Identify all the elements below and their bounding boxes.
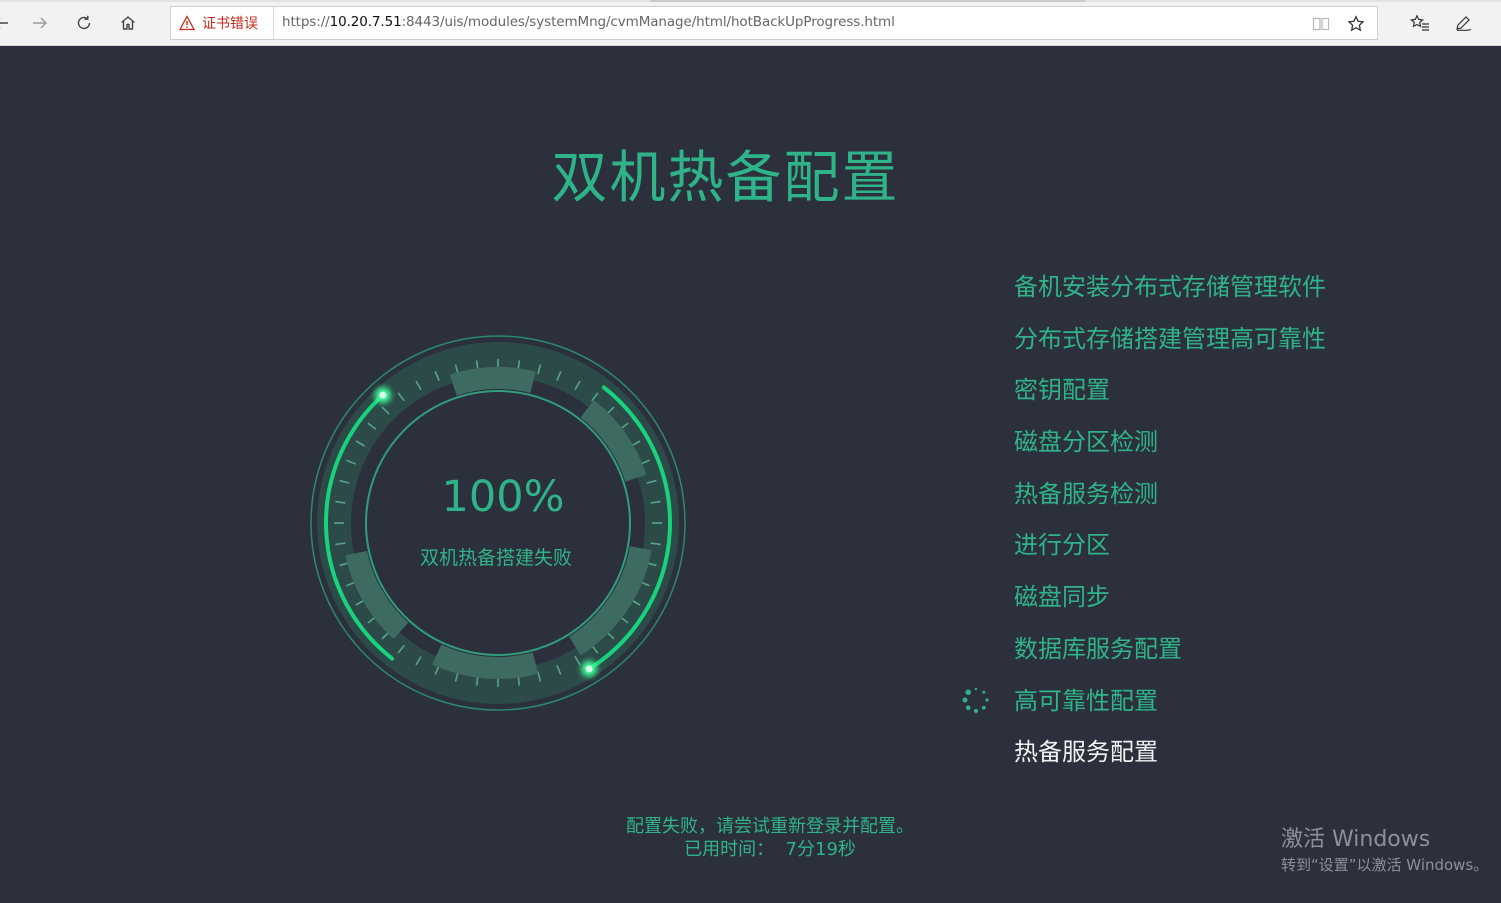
step-item: 热备服务配置 — [1014, 738, 1158, 767]
progress-percent: 100% — [441, 472, 565, 522]
elapsed-time: 已用时间： 7分19秒 — [520, 838, 1020, 861]
glow-point — [585, 665, 593, 673]
step-item: 进行分区 — [1014, 531, 1110, 560]
inner-segment — [449, 367, 536, 396]
watermark-title: 激活 Windows — [1281, 827, 1431, 852]
page-title: 双机热备配置 — [551, 146, 900, 211]
url-text[interactable]: https://10.20.7.51:8443/uis/modules/syst… — [282, 7, 895, 39]
web-note-button[interactable] — [1449, 8, 1479, 38]
favorites-list-icon — [1410, 14, 1429, 31]
pen-icon — [1456, 16, 1472, 32]
reading-view-icon — [1312, 17, 1330, 31]
step-list: 备机安装分布式存储管理软件 分布式存储搭建管理高可靠性 密钥配置磁盘分区检测 热备服务… — [1014, 266, 1326, 783]
url-host: 10.20.7.51 — [329, 14, 402, 30]
elapsed-time-label: 已用时间： — [684, 839, 775, 860]
spinner-dot — [962, 697, 968, 703]
warning-icon — [179, 15, 195, 31]
tab-strip-edge — [0, 0, 1501, 2]
home-icon — [121, 16, 135, 30]
url-path: :8443/uis/modules/systemMng/cvmManage/ht… — [401, 14, 895, 30]
step-item: 数据库服务配置 — [1014, 634, 1182, 663]
back-arrow-icon — [0, 18, 8, 28]
certificate-error-label: 证书错误 — [202, 16, 258, 32]
outer-ring-line — [310, 335, 686, 711]
inner-segments — [345, 367, 652, 679]
spinner-dot — [985, 698, 989, 702]
url-prefix: https:// — [282, 14, 330, 30]
spinner-dot — [973, 708, 979, 714]
step-item: 分布式存储搭建管理高可靠性 — [1014, 324, 1326, 353]
spinner-dot — [974, 687, 978, 691]
spinner-dot — [965, 705, 971, 711]
refresh-button[interactable] — [69, 8, 99, 38]
loading-spinner-icon — [962, 687, 989, 714]
step-item: 备机安装分布式存储管理软件 — [1014, 273, 1326, 301]
back-button[interactable] — [0, 8, 16, 38]
step-item: 磁盘同步 — [1014, 583, 1110, 612]
watermark-subtitle: 转到“设置”以激活 Windows。 — [1281, 856, 1489, 874]
reading-view-button[interactable] — [1311, 14, 1331, 34]
glow-point — [379, 391, 387, 399]
inner-ring-line — [365, 390, 631, 656]
failure-message: 配置失败，请尝试重新登录并配置。 — [626, 816, 914, 837]
step-item: 热备服务检测 — [1014, 479, 1158, 508]
windows-activation-watermark: 激活 Windows 转到“设置”以激活 Windows。 — [1281, 826, 1488, 876]
browser-toolbar: 证书错误 https://10.20.7.51:8443/uis/modules… — [0, 0, 1501, 46]
spinner-dot — [981, 705, 986, 710]
elapsed-time-value: 7分19秒 — [785, 839, 856, 860]
step-item: 高可靠性配置 — [1014, 686, 1158, 715]
home-button[interactable] — [113, 8, 143, 38]
active-tab-edge[interactable] — [650, 0, 1085, 2]
favorite-button[interactable] — [1346, 14, 1366, 34]
forward-arrow-icon — [33, 17, 47, 29]
spinner-dot — [965, 689, 971, 695]
step-item: 磁盘分区检测 — [1014, 428, 1158, 457]
refresh-icon — [77, 15, 91, 30]
step-item: 密钥配置 — [1014, 376, 1110, 405]
address-bar[interactable]: 证书错误 https://10.20.7.51:8443/uis/modules… — [170, 6, 1378, 40]
certificate-error-indicator[interactable]: 证书错误 — [171, 7, 274, 39]
star-icon — [1347, 15, 1365, 32]
progress-glow-points — [374, 387, 598, 677]
progress-status: 双机热备搭建失败 — [419, 547, 572, 569]
footer-message-block: 配置失败，请尝试重新登录并配置。 已用时间： 7分19秒 — [520, 815, 1020, 861]
progress-ring — [310, 335, 686, 711]
forward-button[interactable] — [25, 8, 55, 38]
favorites-hub-button[interactable] — [1405, 8, 1435, 38]
inner-segment — [432, 644, 539, 679]
ring-ticks — [334, 359, 662, 687]
spinner-dot — [982, 690, 986, 694]
